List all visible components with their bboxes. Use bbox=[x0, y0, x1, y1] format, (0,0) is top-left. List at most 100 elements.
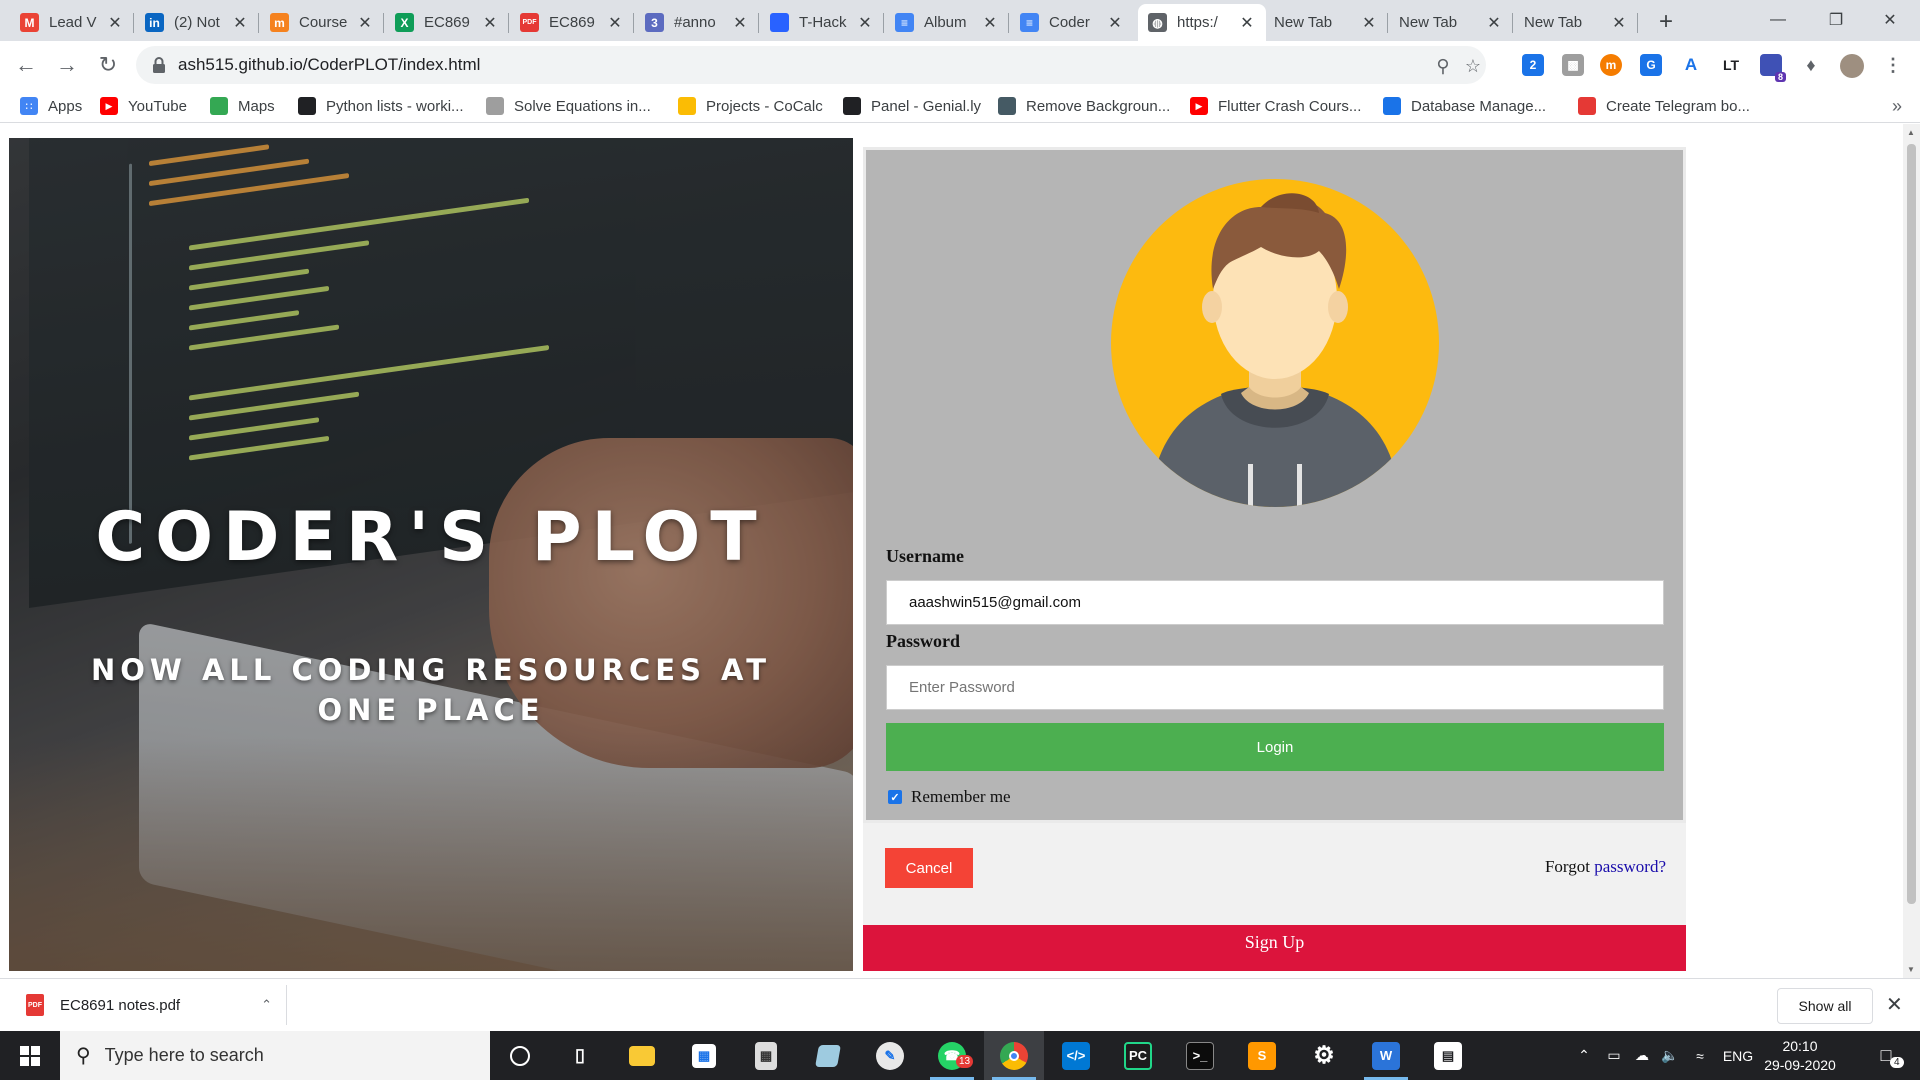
bookmark-item[interactable]: ∷ Apps bbox=[20, 94, 82, 118]
calculator-icon[interactable]: ▦ bbox=[736, 1031, 796, 1080]
close-tab-icon[interactable]: ✕ bbox=[481, 14, 499, 32]
taskbar-search[interactable]: ⚲ Type here to search bbox=[60, 1031, 490, 1080]
wps-writer-icon[interactable]: W bbox=[1356, 1031, 1416, 1080]
network-cloud-icon[interactable]: ☁ bbox=[1628, 1031, 1656, 1080]
download-item[interactable]: PDF EC8691 notes.pdf ⌃ bbox=[14, 985, 286, 1025]
extension-2-icon[interactable]: 2 bbox=[1522, 54, 1544, 76]
back-button[interactable]: ← bbox=[10, 49, 42, 81]
bookmark-item[interactable]: Panel - Genial.ly bbox=[843, 94, 981, 118]
bookmark-item[interactable]: ▶ Flutter Crash Cours... bbox=[1190, 94, 1361, 118]
bookmark-item[interactable]: Create Telegram bo... bbox=[1578, 94, 1750, 118]
close-tab-icon[interactable]: ✕ bbox=[106, 14, 124, 32]
bookmark-item[interactable]: Database Manage... bbox=[1383, 94, 1546, 118]
bookmark-item[interactable]: Maps bbox=[210, 94, 275, 118]
browser-tab[interactable]: 3 #anno ✕ bbox=[635, 4, 759, 41]
lock-icon[interactable] bbox=[150, 56, 168, 74]
browser-tab[interactable]: M Lead V ✕ bbox=[10, 4, 134, 41]
vscode-icon[interactable]: </> bbox=[1046, 1031, 1106, 1080]
scrollbar-thumb[interactable] bbox=[1907, 144, 1916, 904]
browser-tab[interactable]: T-Hack ✕ bbox=[760, 4, 884, 41]
close-tab-icon[interactable]: ✕ bbox=[1610, 14, 1628, 32]
close-tab-icon[interactable]: ✕ bbox=[606, 14, 624, 32]
browser-tab[interactable]: ≡ Coder ✕ bbox=[1010, 4, 1134, 41]
close-tab-icon[interactable]: ✕ bbox=[1360, 14, 1378, 32]
notification-center-icon[interactable]: □ 4 bbox=[1866, 1031, 1906, 1080]
close-tab-icon[interactable]: ✕ bbox=[731, 14, 749, 32]
forgot-password-link[interactable]: password? bbox=[1594, 857, 1666, 876]
extension-screen-icon[interactable]: ▩ bbox=[1562, 54, 1584, 76]
browser-tab[interactable]: New Tab ✕ bbox=[1264, 4, 1388, 41]
username-input[interactable] bbox=[886, 580, 1664, 625]
close-tab-icon[interactable]: ✕ bbox=[1106, 14, 1124, 32]
extension-orange-icon[interactable]: m bbox=[1600, 54, 1622, 76]
file-explorer-icon[interactable] bbox=[612, 1031, 672, 1080]
browser-tab[interactable]: PDF EC869 ✕ bbox=[510, 4, 634, 41]
whatsapp-icon[interactable]: ☎ 13 bbox=[922, 1031, 982, 1080]
translate-icon[interactable]: G bbox=[1640, 54, 1662, 76]
terminal-icon[interactable]: >_ bbox=[1170, 1031, 1230, 1080]
reload-button[interactable]: ↻ bbox=[92, 49, 124, 81]
address-bar[interactable]: ash515.github.io/CoderPLOT/index.html ⚲ … bbox=[136, 46, 1486, 84]
new-tab-button[interactable]: + bbox=[1652, 8, 1680, 36]
page-scrollbar[interactable]: ▲ ▼ bbox=[1903, 124, 1920, 978]
browser-tab[interactable]: New Tab ✕ bbox=[1389, 4, 1513, 41]
notes-icon[interactable] bbox=[798, 1031, 858, 1080]
signup-button[interactable]: Sign Up bbox=[863, 925, 1686, 971]
close-tab-icon[interactable]: ✕ bbox=[1238, 14, 1256, 32]
globe-icon: ◍ bbox=[1148, 13, 1167, 32]
close-download-shelf-icon[interactable]: ✕ bbox=[1886, 992, 1903, 1017]
bookmarks-overflow-icon[interactable]: » bbox=[1892, 96, 1902, 117]
browser-tab[interactable]: m Course ✕ bbox=[260, 4, 384, 41]
bookmark-item[interactable]: Projects - CoCalc bbox=[678, 94, 823, 118]
extensions-puzzle-icon[interactable]: ♦ bbox=[1800, 54, 1822, 76]
bookmark-item[interactable]: Solve Equations in... bbox=[486, 94, 651, 118]
paint-icon[interactable]: ✎ bbox=[860, 1031, 920, 1080]
forward-button[interactable]: → bbox=[51, 49, 83, 81]
show-all-button[interactable]: Show all bbox=[1777, 988, 1873, 1024]
pycharm-icon[interactable]: PC bbox=[1108, 1031, 1168, 1080]
cortana-icon[interactable] bbox=[490, 1031, 550, 1080]
close-tab-icon[interactable]: ✕ bbox=[1485, 14, 1503, 32]
tray-overflow-icon[interactable]: ⌃ bbox=[1570, 1031, 1598, 1080]
close-tab-icon[interactable]: ✕ bbox=[981, 14, 999, 32]
close-tab-icon[interactable]: ✕ bbox=[856, 14, 874, 32]
system-clock[interactable]: 20:10 29-09-2020 bbox=[1760, 1037, 1840, 1075]
wifi-icon[interactable]: ≈ bbox=[1686, 1031, 1714, 1080]
bookmark-item[interactable]: ▶ YouTube bbox=[100, 94, 187, 118]
chrome-icon[interactable] bbox=[984, 1031, 1044, 1080]
start-button[interactable] bbox=[0, 1031, 60, 1080]
browser-tab[interactable]: in (2) Not ✕ bbox=[135, 4, 259, 41]
extension-lt-icon[interactable]: LT bbox=[1720, 54, 1742, 76]
browser-tab[interactable]: X EC869 ✕ bbox=[385, 4, 509, 41]
login-button[interactable]: Login bbox=[886, 723, 1664, 771]
close-tab-icon[interactable]: ✕ bbox=[356, 14, 374, 32]
remember-checkbox[interactable]: ✓ bbox=[888, 790, 902, 804]
profile-avatar[interactable] bbox=[1840, 54, 1864, 78]
bookmark-item[interactable]: Python lists - worki... bbox=[298, 94, 464, 118]
battery-icon[interactable]: ▭ bbox=[1600, 1031, 1628, 1080]
zoom-icon[interactable]: ⚲ bbox=[1432, 55, 1454, 77]
extension-a-icon[interactable]: A bbox=[1680, 54, 1702, 76]
browser-tab[interactable]: ≡ Album ✕ bbox=[885, 4, 1009, 41]
sublime-icon[interactable]: S bbox=[1232, 1031, 1292, 1080]
bookmark-item[interactable]: Remove Backgroun... bbox=[998, 94, 1170, 118]
cancel-button[interactable]: Cancel bbox=[885, 848, 973, 888]
language-indicator[interactable]: ENG bbox=[1718, 1031, 1758, 1080]
docs-icon: ≡ bbox=[895, 13, 914, 32]
extension-badge-icon[interactable]: 8 bbox=[1760, 54, 1786, 82]
close-window-button[interactable]: ✕ bbox=[1860, 0, 1920, 40]
browser-tab[interactable]: ◍ https:/ ✕ bbox=[1138, 4, 1266, 41]
bookmark-star-icon[interactable]: ☆ bbox=[1462, 55, 1484, 77]
video-editor-icon[interactable]: ▤ bbox=[1418, 1031, 1478, 1080]
store-icon[interactable]: ▦ bbox=[674, 1031, 734, 1080]
task-view-icon[interactable]: ▯ bbox=[550, 1031, 610, 1080]
chevron-up-icon[interactable]: ⌃ bbox=[261, 997, 272, 1013]
restore-button[interactable]: ❐ bbox=[1806, 0, 1866, 40]
close-tab-icon[interactable]: ✕ bbox=[231, 14, 249, 32]
menu-kebab-icon[interactable]: ⋮ bbox=[1882, 54, 1904, 76]
password-input[interactable] bbox=[886, 665, 1664, 710]
settings-gear-icon[interactable]: ⚙ bbox=[1294, 1031, 1354, 1080]
browser-tab[interactable]: New Tab ✕ bbox=[1514, 4, 1638, 41]
volume-icon[interactable]: 🔈 bbox=[1656, 1031, 1684, 1080]
minimize-button[interactable]: — bbox=[1748, 0, 1808, 40]
